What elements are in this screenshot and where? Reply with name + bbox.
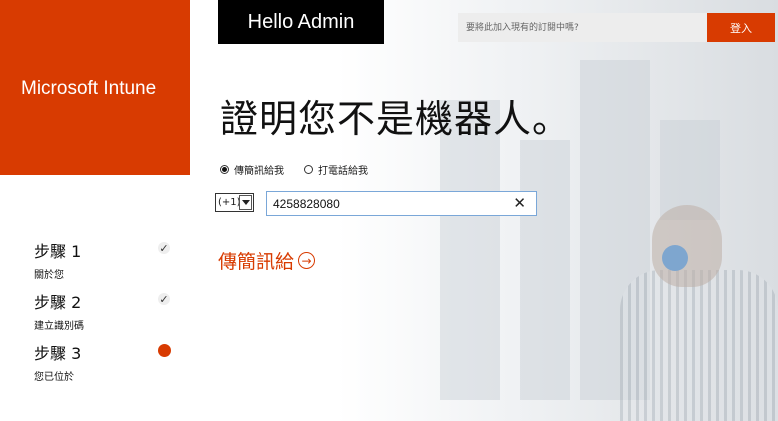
signin-button[interactable]: 登入: [707, 13, 775, 42]
headphone-shape: [662, 245, 688, 271]
radio-call-me-label: 打電話給我: [318, 166, 368, 177]
country-code-select[interactable]: (+1): [215, 193, 254, 212]
check-icon: ✓: [158, 292, 170, 306]
close-icon[interactable]: ✕: [513, 195, 526, 212]
phone-input[interactable]: [267, 192, 497, 215]
step-2: 步驟 2 建立識別碼: [34, 289, 84, 332]
send-text-label: 傳簡訊給: [218, 251, 295, 273]
chevron-down-icon[interactable]: [239, 195, 252, 210]
phone-field[interactable]: ✕: [266, 191, 537, 216]
send-text-link[interactable]: 傳簡訊給 →: [218, 247, 316, 274]
step-subtitle: 您已位於: [34, 372, 74, 383]
step-title: 步驟 2: [34, 293, 82, 312]
check-icon: ✓: [158, 241, 170, 255]
arrow-right-circle-icon[interactable]: →: [298, 252, 316, 269]
radio-call-me[interactable]: 打電話給我: [304, 162, 368, 177]
brand-title: Microsoft Intune: [21, 78, 157, 99]
step-subtitle: 建立識別碼: [34, 321, 84, 332]
person-figure: [620, 270, 778, 421]
radio-unselected-icon[interactable]: [304, 165, 313, 174]
step-title: 步驟 3: [34, 344, 82, 363]
step-title: 步驟 1: [34, 242, 82, 261]
greeting-banner: Hello Admin: [218, 0, 384, 44]
radio-selected-icon[interactable]: [220, 165, 229, 174]
page-title: 證明您不是機器人。: [220, 97, 572, 141]
step-3: 步驟 3 您已位於: [34, 340, 81, 383]
step-subtitle: 關於您: [34, 270, 64, 281]
join-subscription-input[interactable]: [458, 13, 707, 42]
country-code-value: (+1): [218, 197, 241, 208]
brand-panel: Microsoft Intune: [0, 0, 190, 175]
radio-text-me[interactable]: 傳簡訊給我: [220, 162, 284, 177]
step-1: 步驟 1 關於您: [34, 238, 81, 281]
current-step-dot-icon: [158, 344, 171, 357]
radio-text-me-label: 傳簡訊給我: [234, 166, 284, 177]
person-head: [652, 205, 722, 287]
